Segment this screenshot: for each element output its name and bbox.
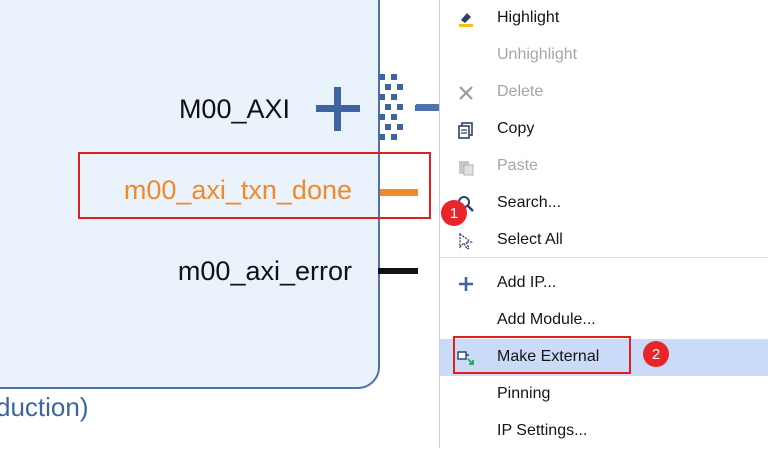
highlight-icon bbox=[459, 13, 473, 27]
menu-item-label: Paste bbox=[497, 157, 538, 174]
step-badge-2: 2 bbox=[643, 341, 669, 367]
menu-item-pinning[interactable]: Pinning bbox=[440, 376, 768, 413]
menu-separator bbox=[440, 257, 768, 258]
menu-item-label: Search... bbox=[497, 194, 562, 211]
menu-item-label: Add IP... bbox=[497, 274, 557, 291]
plus-icon bbox=[459, 277, 473, 291]
menu-item-label: Delete bbox=[497, 83, 544, 100]
bus-wire[interactable] bbox=[416, 104, 440, 111]
bus-interface-pin-icon[interactable] bbox=[379, 74, 419, 146]
menu-item-unhighlight[interactable]: Unhighlight bbox=[440, 37, 768, 74]
annotation-box-port bbox=[78, 152, 431, 219]
block-caption: duction) bbox=[0, 392, 89, 422]
menu-item-highlight[interactable]: Highlight bbox=[440, 0, 768, 37]
menu-item-label: Copy bbox=[497, 120, 535, 137]
copy-icon bbox=[458, 122, 473, 139]
context-menu: Highlight Unhighlight Delete Copy Paste … bbox=[439, 0, 768, 448]
menu-item-label: IP Settings... bbox=[497, 422, 588, 439]
menu-item-select-all[interactable]: Select All bbox=[440, 222, 768, 259]
menu-item-label: Unhighlight bbox=[497, 46, 578, 63]
menu-item-label: Add Module... bbox=[497, 311, 596, 328]
menu-item-search[interactable]: Search... bbox=[440, 185, 768, 222]
close-icon bbox=[459, 86, 473, 100]
paste-icon bbox=[459, 161, 474, 176]
block-design-canvas[interactable]: M00_AXI m00_axi_txn_done m00_axi_error d… bbox=[0, 0, 440, 448]
menu-item-ip-settings[interactable]: IP Settings... bbox=[440, 413, 768, 450]
menu-item-label: Pinning bbox=[497, 385, 551, 402]
cursor-icon bbox=[459, 232, 473, 250]
menu-item-copy[interactable]: Copy bbox=[440, 111, 768, 148]
expand-plus-icon[interactable] bbox=[316, 87, 360, 131]
annotation-box-make-external bbox=[453, 336, 631, 374]
port-pin-error[interactable] bbox=[378, 268, 418, 274]
menu-item-add-ip[interactable]: Add IP... bbox=[440, 265, 768, 302]
step-badge-1: 1 bbox=[441, 200, 467, 226]
port-label-m00-axi-error: m00_axi_error bbox=[177, 256, 352, 286]
menu-item-label: Highlight bbox=[497, 9, 560, 26]
menu-item-add-module[interactable]: Add Module... bbox=[440, 302, 768, 339]
menu-item-delete[interactable]: Delete bbox=[440, 74, 768, 111]
menu-item-label: Select All bbox=[497, 231, 563, 248]
port-label-m00-axi: M00_AXI bbox=[178, 94, 290, 124]
menu-item-paste[interactable]: Paste bbox=[440, 148, 768, 185]
